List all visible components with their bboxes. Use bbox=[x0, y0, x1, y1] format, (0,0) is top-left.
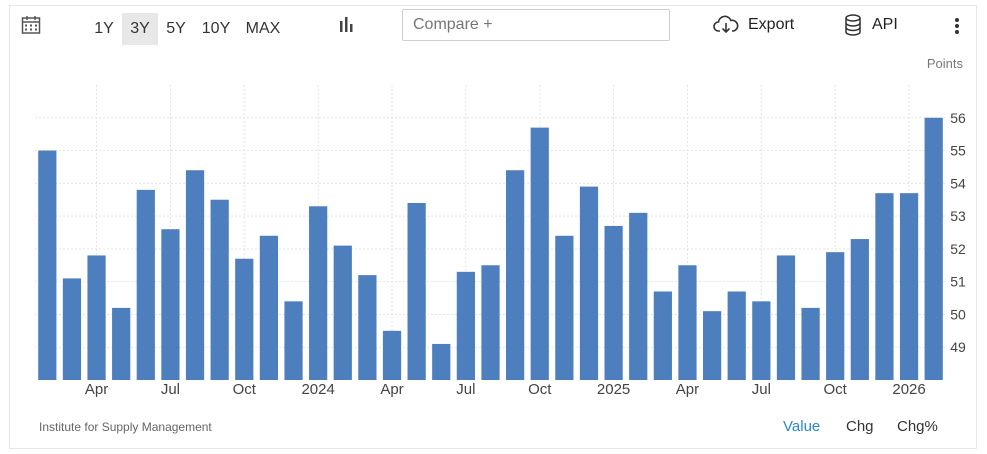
cloud-download-icon[interactable] bbox=[713, 15, 739, 40]
compare-input[interactable] bbox=[402, 9, 670, 41]
chg-tab[interactable]: Chg bbox=[846, 418, 874, 435]
export-button[interactable]: Export bbox=[748, 16, 794, 34]
bar-chart-icon[interactable] bbox=[337, 16, 355, 39]
units-label: Points bbox=[926, 56, 963, 71]
chg-percent-tab[interactable]: Chg% bbox=[897, 418, 938, 435]
database-icon[interactable] bbox=[844, 14, 862, 41]
chart-widget bbox=[9, 5, 977, 449]
range-max-button[interactable]: MAX bbox=[241, 13, 285, 45]
range-3y-button[interactable]: 3Y bbox=[122, 13, 158, 45]
source-label: Institute for Supply Management bbox=[39, 420, 212, 434]
value-tab[interactable]: Value bbox=[783, 418, 820, 435]
chart-toolbar: 1Y 3Y 5Y 10Y MAX Export API bbox=[9, 5, 977, 47]
vertical-dots-icon[interactable] bbox=[954, 17, 960, 40]
calendar-icon[interactable] bbox=[21, 15, 41, 40]
range-5y-button[interactable]: 5Y bbox=[161, 13, 191, 45]
range-1y-button[interactable]: 1Y bbox=[89, 13, 119, 45]
api-button[interactable]: API bbox=[872, 16, 898, 34]
range-10y-button[interactable]: 10Y bbox=[197, 13, 235, 45]
